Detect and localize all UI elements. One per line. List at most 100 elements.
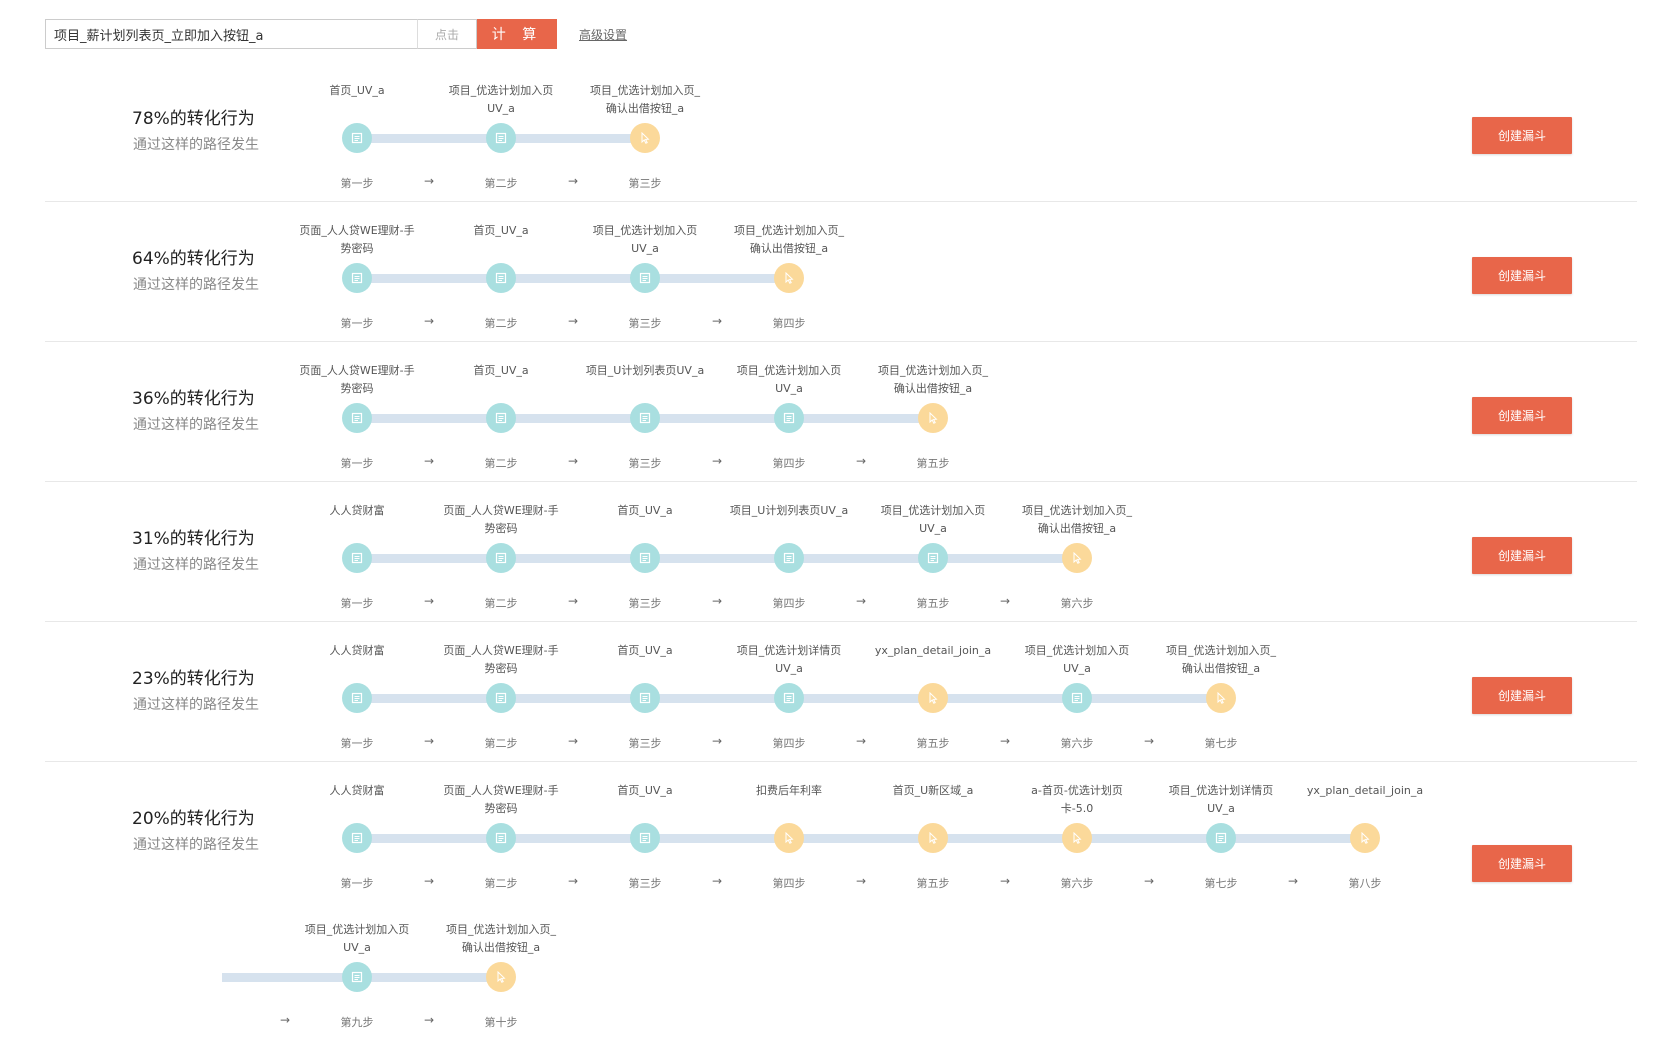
arrow-right-icon: → xyxy=(423,734,435,748)
step-number-label: 第三步 xyxy=(628,177,662,190)
step-event-name: 项目_U计划列表页UV_a xyxy=(585,364,705,377)
path-connector xyxy=(357,274,789,283)
calculate-button[interactable]: 计 算 xyxy=(477,19,557,49)
page-view-node[interactable] xyxy=(342,683,372,713)
pointer-icon xyxy=(1071,552,1083,564)
page-icon xyxy=(639,412,651,424)
path-row: 78%的转化行为 通过这样的路径发生 首页_UV_a 第一步 项目_优选计划加入页 UV… xyxy=(45,62,1637,202)
page-icon xyxy=(639,552,651,564)
page-view-node[interactable] xyxy=(1206,823,1236,853)
step-event-name: 人人贷财富 xyxy=(329,784,385,797)
page-view-node[interactable] xyxy=(342,962,372,992)
page-icon xyxy=(927,552,939,564)
create-funnel-button[interactable]: 创建漏斗 xyxy=(1472,257,1572,294)
step-event-name: 项目_优选计划加入页 UV_a xyxy=(592,224,698,255)
page-view-node[interactable] xyxy=(486,823,516,853)
click-event-node[interactable] xyxy=(1062,543,1092,573)
page-view-node[interactable] xyxy=(486,683,516,713)
step-number-label: 第六步 xyxy=(1060,877,1094,890)
page-view-node[interactable] xyxy=(630,823,660,853)
step-number-label: 第一步 xyxy=(340,317,374,330)
step-number-label: 第七步 xyxy=(1204,877,1238,890)
click-event-node[interactable] xyxy=(630,123,660,153)
click-event-node[interactable] xyxy=(774,823,804,853)
page-view-node[interactable] xyxy=(486,543,516,573)
create-funnel-button[interactable]: 创建漏斗 xyxy=(1472,397,1572,434)
step-number-label: 第二步 xyxy=(484,737,518,750)
page-view-node[interactable] xyxy=(774,543,804,573)
page-icon xyxy=(351,971,363,983)
page-view-node[interactable] xyxy=(774,403,804,433)
arrow-right-icon: → xyxy=(711,454,723,468)
page-view-node[interactable] xyxy=(486,403,516,433)
page-icon xyxy=(639,692,651,704)
page-view-node[interactable] xyxy=(630,543,660,573)
page-icon xyxy=(495,832,507,844)
click-event-node[interactable] xyxy=(1206,683,1236,713)
page-view-node[interactable] xyxy=(342,403,372,433)
search-input[interactable] xyxy=(54,20,417,48)
page-view-node[interactable] xyxy=(342,823,372,853)
page-icon xyxy=(1071,692,1083,704)
page-view-node[interactable] xyxy=(630,403,660,433)
step-number-label: 第一步 xyxy=(340,877,374,890)
step-event-name: 项目_优选计划加入页_ 确认出借按钮_a xyxy=(446,923,556,954)
step-event-name: 项目_优选计划加入页 UV_a xyxy=(448,84,554,115)
page-icon xyxy=(495,272,507,284)
step-event-name: 项目_优选计划加入页 UV_a xyxy=(304,923,410,954)
step-number-label: 第二步 xyxy=(484,177,518,190)
click-event-node[interactable] xyxy=(1062,823,1092,853)
step-event-name: 项目_优选计划加入页_ 确认出借按钮_a xyxy=(734,224,844,255)
page-icon xyxy=(351,692,363,704)
step-number-label: 第四步 xyxy=(772,457,806,470)
page-view-node[interactable] xyxy=(342,263,372,293)
step-event-name: 首页_UV_a xyxy=(473,224,529,237)
arrow-right-icon: → xyxy=(567,174,579,188)
arrow-right-icon: → xyxy=(711,314,723,328)
click-event-node[interactable] xyxy=(918,683,948,713)
page-view-node[interactable] xyxy=(342,543,372,573)
create-funnel-button[interactable]: 创建漏斗 xyxy=(1472,845,1572,882)
page-view-node[interactable] xyxy=(486,263,516,293)
conversion-percent-title: 31%的转化行为 xyxy=(132,529,255,549)
pointer-icon xyxy=(927,412,939,424)
arrow-right-icon: → xyxy=(423,454,435,468)
click-event-node[interactable] xyxy=(486,962,516,992)
create-funnel-button[interactable]: 创建漏斗 xyxy=(1472,117,1572,154)
path-row: 23%的转化行为 通过这样的路径发生 人人贷财富 第一步 页面_人人贷WE理财-手 势密… xyxy=(45,622,1637,762)
step-event-name: 项目_优选计划加入页_ 确认出借按钮_a xyxy=(1022,504,1132,535)
page-view-node[interactable] xyxy=(630,683,660,713)
step-number-label: 第五步 xyxy=(916,877,950,890)
path-row: 20%的转化行为 通过这样的路径发生 人人贷财富 第一步 页面_人人贷WE理财-手 势密… xyxy=(45,762,1637,1058)
create-funnel-button[interactable]: 创建漏斗 xyxy=(1472,537,1572,574)
click-event-node[interactable] xyxy=(918,823,948,853)
hint-field[interactable]: 点击 xyxy=(417,19,477,49)
arrow-right-icon: → xyxy=(1143,734,1155,748)
page-icon xyxy=(351,272,363,284)
step-event-name: 扣费后年利率 xyxy=(756,784,822,797)
conversion-percent-title: 23%的转化行为 xyxy=(132,669,255,689)
conversion-percent-title: 36%的转化行为 xyxy=(132,389,255,409)
page-view-node[interactable] xyxy=(486,123,516,153)
page-view-node[interactable] xyxy=(918,543,948,573)
page-view-node[interactable] xyxy=(774,683,804,713)
arrow-right-icon: → xyxy=(711,874,723,888)
pointer-icon xyxy=(1359,832,1371,844)
page-icon xyxy=(495,132,507,144)
pointer-icon xyxy=(639,132,651,144)
page-view-node[interactable] xyxy=(630,263,660,293)
step-event-name: 项目_优选计划加入页 UV_a xyxy=(736,364,842,395)
step-event-name: yx_plan_detail_join_a xyxy=(1306,784,1424,797)
page-view-node[interactable] xyxy=(342,123,372,153)
arrow-right-icon: → xyxy=(1143,874,1155,888)
click-event-node[interactable] xyxy=(918,403,948,433)
advanced-settings-link[interactable]: 高级设置 xyxy=(579,26,627,43)
page-view-node[interactable] xyxy=(1062,683,1092,713)
click-event-node[interactable] xyxy=(1350,823,1380,853)
page-icon xyxy=(783,412,795,424)
step-event-name: 页面_人人贷WE理财-手 势密码 xyxy=(299,364,415,395)
step-number-label: 第八步 xyxy=(1348,877,1382,890)
create-funnel-button[interactable]: 创建漏斗 xyxy=(1472,677,1572,714)
page-icon xyxy=(639,832,651,844)
click-event-node[interactable] xyxy=(774,263,804,293)
